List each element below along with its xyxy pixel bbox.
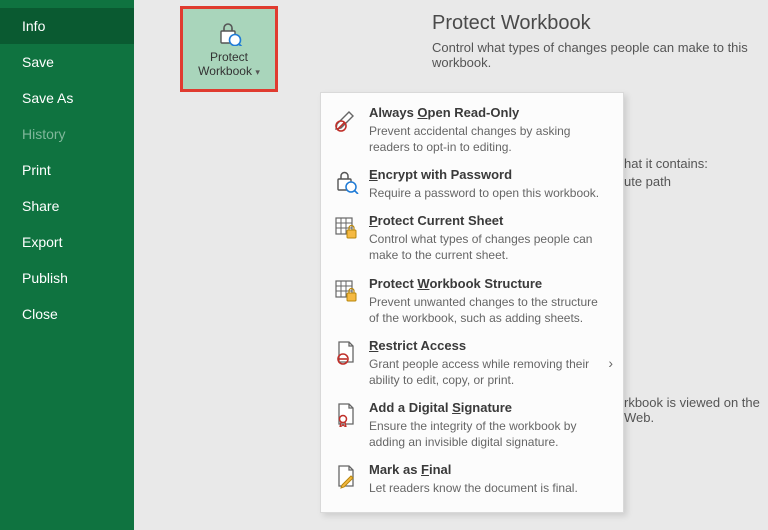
lock-key-icon xyxy=(333,168,359,194)
menu-item-title: Encrypt with Password xyxy=(369,167,609,184)
protect-workbook-icon xyxy=(215,20,243,46)
menu-item-title: Protect Workbook Structure xyxy=(369,276,609,293)
doc-pen-icon xyxy=(333,463,359,489)
menu-item-desc: Prevent unwanted changes to the structur… xyxy=(369,294,609,326)
menu-item-title: Restrict Access xyxy=(369,338,609,355)
doc-ribbon-icon xyxy=(333,401,359,427)
menu-item-desc: Control what types of changes people can… xyxy=(369,231,609,263)
protect-workbook-button[interactable]: ProtectWorkbook xyxy=(180,6,278,92)
menu-item-desc: Let readers know the document is final. xyxy=(369,480,609,496)
menu-item-pencil-block[interactable]: Always Open Read-OnlyPrevent accidental … xyxy=(321,99,623,161)
menu-item-desc: Grant people access while removing their… xyxy=(369,356,609,388)
menu-item-title: Always Open Read-Only xyxy=(369,105,609,122)
chevron-right-icon: › xyxy=(608,355,613,371)
menu-item-desc: Ensure the integrity of the workbook by … xyxy=(369,418,609,450)
sidebar-item-history: History xyxy=(0,116,134,152)
page-title: Protect Workbook xyxy=(432,12,591,35)
menu-item-title: Mark as Final xyxy=(369,462,609,479)
protect-workbook-menu: Always Open Read-OnlyPrevent accidental … xyxy=(320,92,624,513)
menu-item-doc-ribbon[interactable]: Add a Digital SignatureEnsure the integr… xyxy=(321,394,623,456)
sidebar-item-save[interactable]: Save xyxy=(0,44,134,80)
menu-item-desc: Require a password to open this workbook… xyxy=(369,185,609,201)
page-subtitle: Control what types of changes people can… xyxy=(432,40,768,70)
sidebar-item-share[interactable]: Share xyxy=(0,188,134,224)
bg-snippet: ute path xyxy=(624,174,671,189)
backstage-sidebar: InfoSaveSave AsHistoryPrintShareExportPu… xyxy=(0,0,134,530)
bg-snippet: rkbook is viewed on the Web. xyxy=(624,395,768,425)
protect-workbook-label: ProtectWorkbook xyxy=(198,50,260,79)
sidebar-item-print[interactable]: Print xyxy=(0,152,134,188)
bg-snippet: hat it contains: xyxy=(624,156,708,171)
sidebar-item-close[interactable]: Close xyxy=(0,296,134,332)
pencil-block-icon xyxy=(333,106,359,132)
sidebar-item-export[interactable]: Export xyxy=(0,224,134,260)
menu-item-sheet-lock[interactable]: Protect Current SheetControl what types … xyxy=(321,207,623,269)
menu-item-desc: Prevent accidental changes by asking rea… xyxy=(369,123,609,155)
sidebar-item-save-as[interactable]: Save As xyxy=(0,80,134,116)
menu-item-title: Protect Current Sheet xyxy=(369,213,609,230)
menu-item-doc-restrict[interactable]: Restrict AccessGrant people access while… xyxy=(321,332,623,394)
doc-restrict-icon xyxy=(333,339,359,365)
sidebar-item-info[interactable]: Info xyxy=(0,8,134,44)
menu-item-book-lock[interactable]: Protect Workbook StructurePrevent unwant… xyxy=(321,270,623,332)
book-lock-icon xyxy=(333,277,359,303)
menu-item-title: Add a Digital Signature xyxy=(369,400,609,417)
sheet-lock-icon xyxy=(333,214,359,240)
sidebar-item-publish[interactable]: Publish xyxy=(0,260,134,296)
menu-item-doc-pen[interactable]: Mark as FinalLet readers know the docume… xyxy=(321,456,623,502)
menu-item-lock-key[interactable]: Encrypt with PasswordRequire a password … xyxy=(321,161,623,207)
